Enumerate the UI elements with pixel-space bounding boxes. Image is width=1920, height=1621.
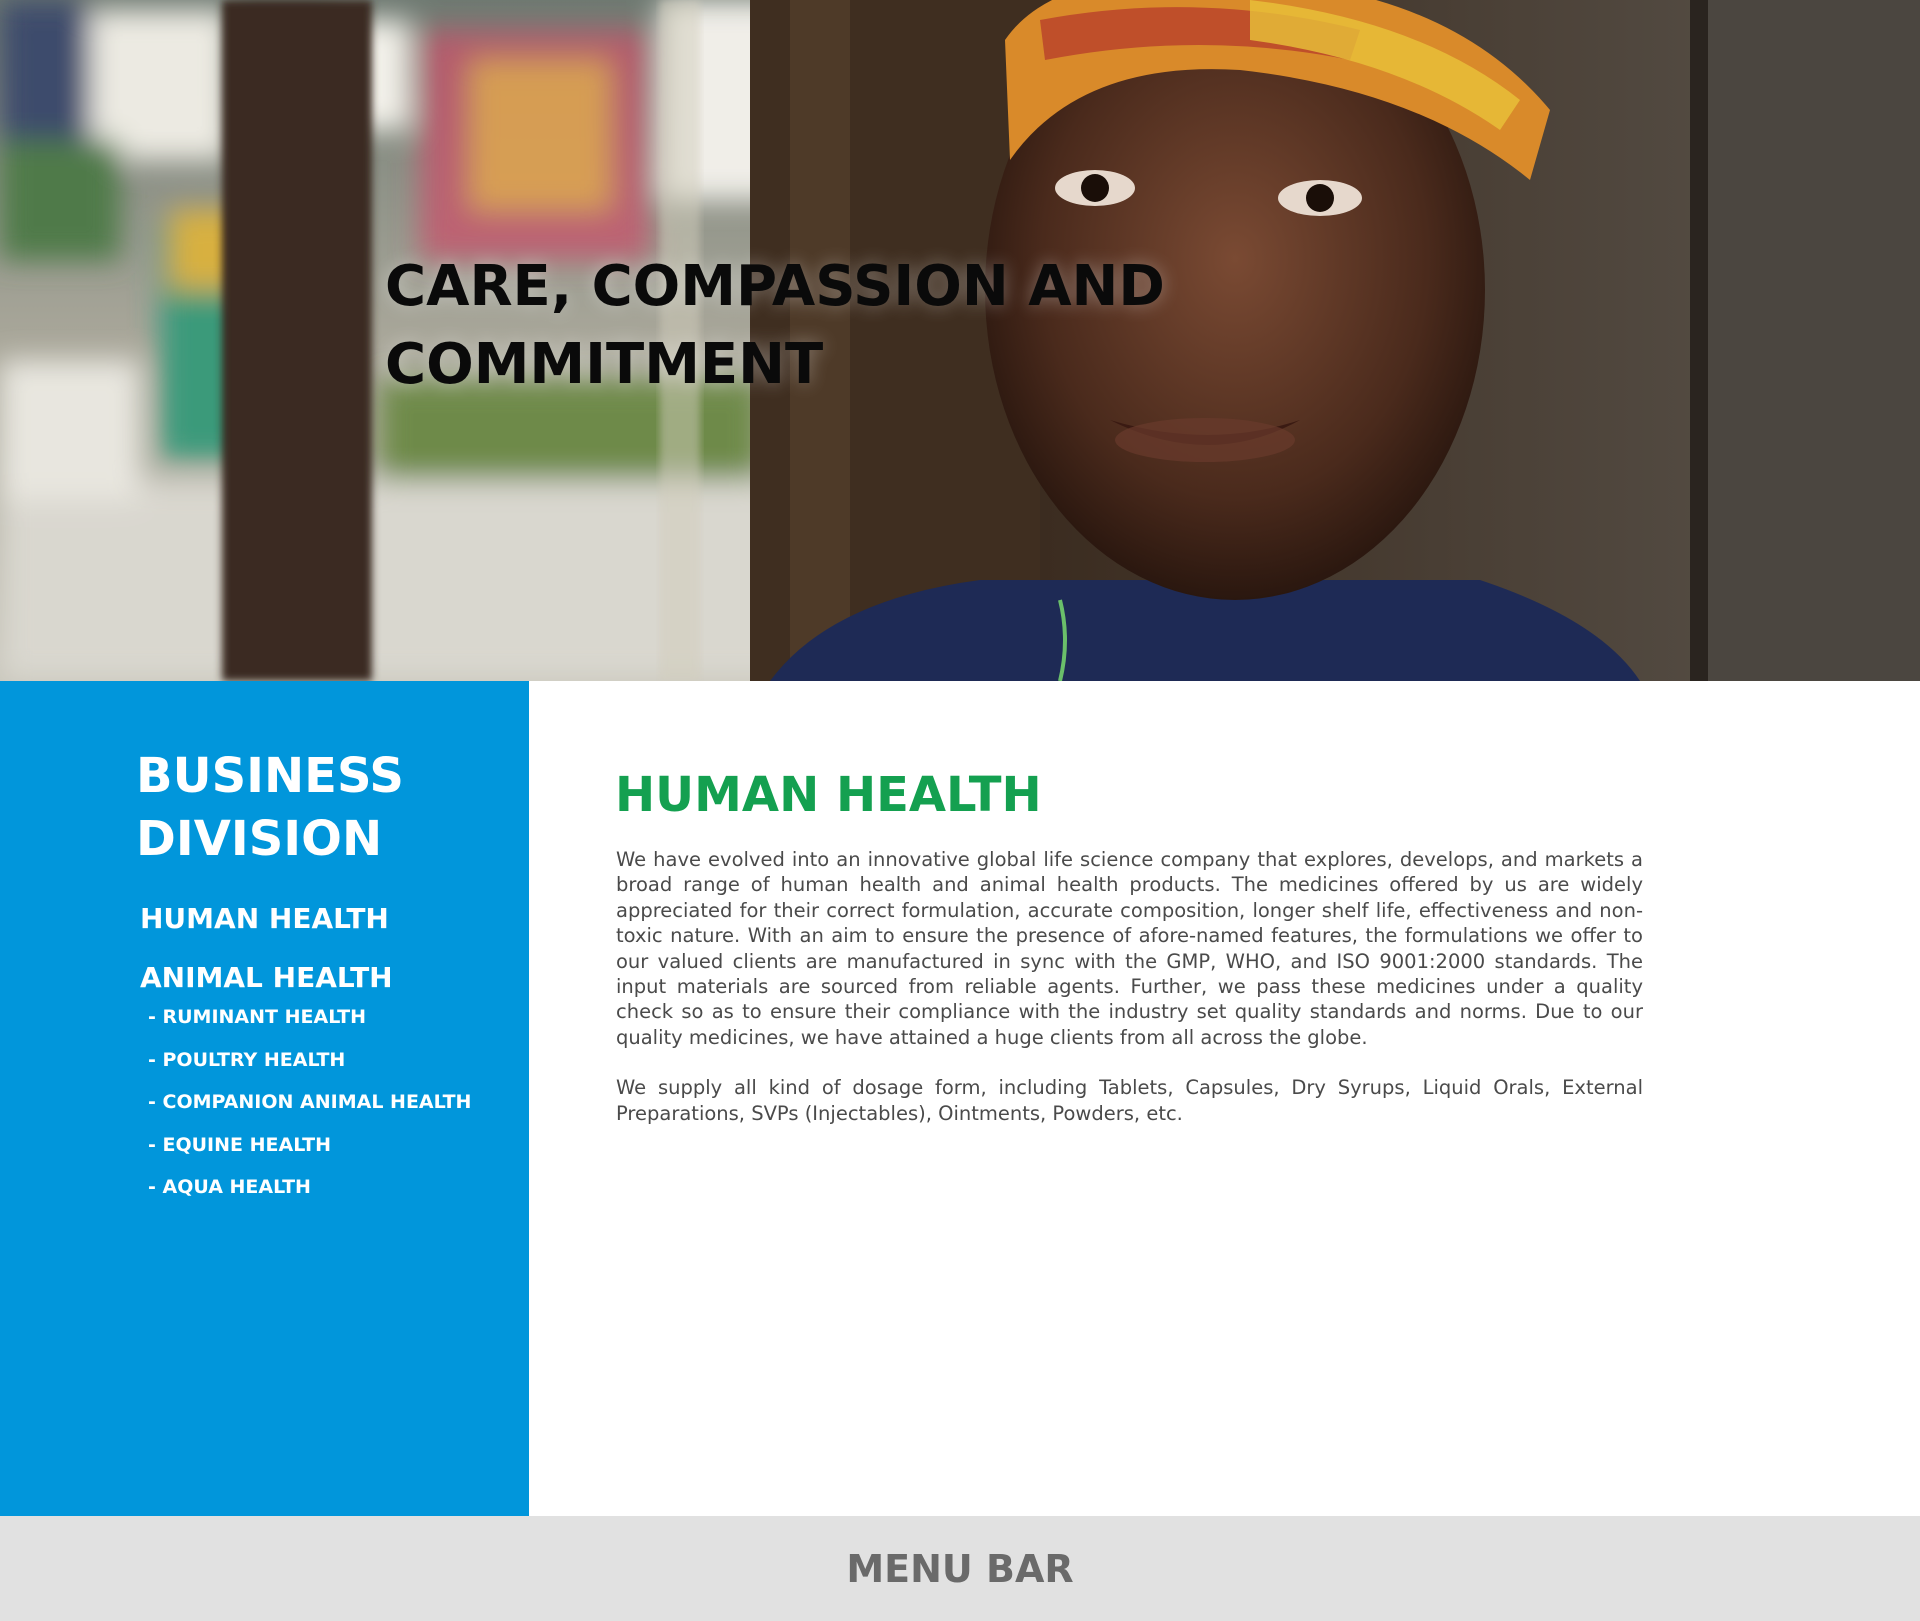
sidebar-nav: HUMAN HEALTH ANIMAL HEALTH - RUMINANT HE… — [140, 903, 520, 1219]
sidebar-subitem-equine-health[interactable]: - EQUINE HEALTH — [148, 1134, 520, 1156]
intro-paragraph: We have evolved into an innovative globa… — [616, 848, 1643, 1049]
menu-bar-label[interactable]: MENU BAR — [846, 1547, 1073, 1591]
page-title: HUMAN HEALTH — [615, 767, 1042, 823]
sidebar-title: BUSINESS DIVISION — [136, 748, 404, 867]
content-body: We have evolved into an innovative globa… — [616, 847, 1643, 1151]
dosage-paragraph: We supply all kind of dosage form, inclu… — [616, 1076, 1643, 1125]
menu-bar[interactable]: MENU BAR — [0, 1516, 1920, 1621]
sidebar-subitem-aqua-health[interactable]: - AQUA HEALTH — [148, 1176, 520, 1198]
main-content: HUMAN HEALTH We have evolved into an inn… — [529, 681, 1920, 1516]
business-division-sidebar: BUSINESS DIVISION HUMAN HEALTH ANIMAL HE… — [0, 681, 529, 1516]
sidebar-subitem-poultry-health[interactable]: - POULTRY HEALTH — [148, 1049, 520, 1071]
sidebar-item-animal-health[interactable]: ANIMAL HEALTH — [140, 962, 520, 994]
sidebar-item-human-health[interactable]: HUMAN HEALTH — [140, 903, 520, 935]
hero-banner: CARE, COMPASSION AND COMMITMENT — [0, 0, 1920, 681]
sidebar-subitem-companion-animal-health[interactable]: - COMPANION ANIMAL HEALTH — [148, 1091, 520, 1113]
hero-title: CARE, COMPASSION AND COMMITMENT — [385, 254, 1165, 397]
sidebar-subitem-ruminant-health[interactable]: - RUMINANT HEALTH — [148, 1006, 520, 1028]
